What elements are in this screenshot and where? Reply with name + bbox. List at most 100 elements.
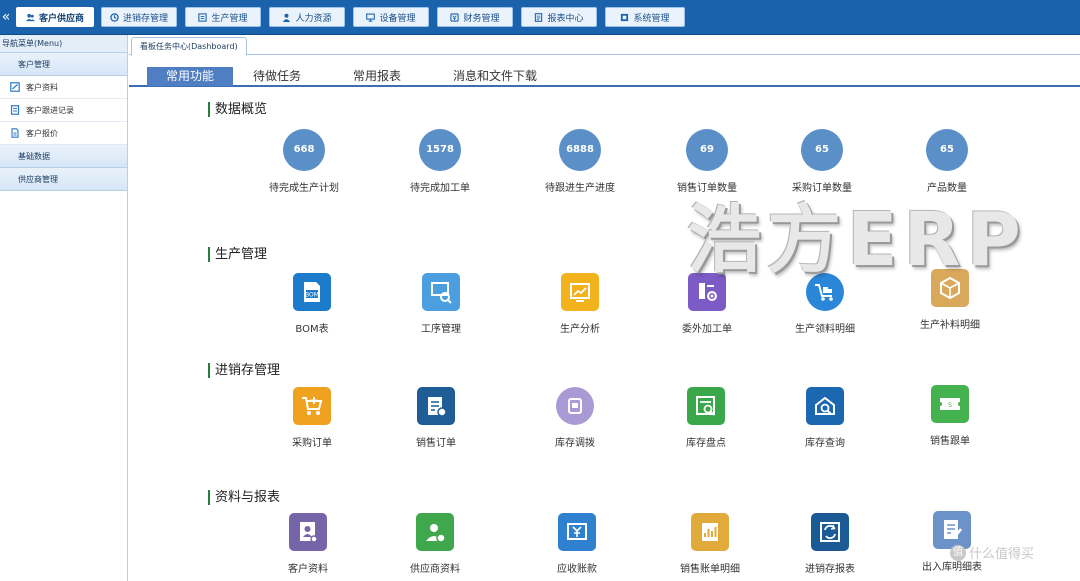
module-label: 销售跟单: [930, 436, 970, 447]
stat-value: 65: [926, 129, 968, 171]
sidebar-item-customer-quote[interactable]: 客户报价: [0, 122, 127, 145]
stat-value: 69: [686, 129, 728, 171]
sales-follow-icon: S: [931, 385, 969, 423]
tab-strip: 看板任务中心(Dashboard): [129, 35, 1080, 56]
nav-hr[interactable]: 人力资源: [269, 7, 345, 27]
nav-label: 系统管理: [633, 13, 670, 24]
factory-icon: [198, 12, 208, 22]
nav-finance[interactable]: 财务管理: [437, 7, 513, 27]
section-title-overview: 数据概览: [208, 102, 267, 117]
stat-value: 668: [283, 129, 325, 171]
sidebar-item-follow-record[interactable]: 客户跟进记录: [0, 99, 127, 122]
subtab-common-reports[interactable]: 常用报表: [339, 67, 415, 86]
customer-info-icon: [289, 513, 327, 551]
module-sales-bill[interactable]: 销售账单明细: [650, 513, 770, 575]
module-inventory-report[interactable]: 进销存报表: [770, 513, 890, 575]
module-label: 委外加工单: [682, 324, 732, 335]
nav-inventory[interactable]: 进销存管理: [101, 7, 177, 27]
module-supplier-info[interactable]: 供应商资料: [375, 513, 495, 575]
module-label: 生产分析: [560, 324, 600, 335]
nav-reports[interactable]: 报表中心: [521, 7, 597, 27]
stat-label: 待完成加工单: [410, 183, 470, 194]
analysis-icon: [561, 273, 599, 311]
sidebar-group-customer[interactable]: 客户管理: [0, 53, 127, 76]
module-label: 生产领料明细: [795, 324, 855, 335]
system-icon: [621, 13, 629, 21]
svg-text:S: S: [948, 402, 952, 409]
corner-watermark: 值 什么值得买: [950, 543, 1034, 562]
cycle-icon: [110, 12, 119, 22]
customer-card-icon: [10, 82, 20, 92]
inventory-report-icon: [811, 513, 849, 551]
top-navigation-bar: « 客户供应商 进销存管理 生产管理 人力资源 设备管理 财务管理 报表中心 系…: [0, 0, 1080, 35]
sidebar-group-supplier[interactable]: 供应商管理: [0, 168, 127, 191]
section-title-production: 生产管理: [208, 247, 267, 262]
sidebar-title: 导航菜单(Menu): [0, 35, 127, 53]
module-stocktake[interactable]: 库存盘点: [646, 387, 766, 449]
module-bom[interactable]: BOM BOM表: [252, 273, 372, 335]
corner-watermark-text: 什么值得买: [969, 547, 1035, 562]
sidebar: 导航菜单(Menu) 客户管理 客户资料 客户跟进记录 客户报价 基础数据 供应…: [0, 35, 128, 581]
nav-customer-supplier[interactable]: 客户供应商: [16, 7, 94, 27]
module-sales-follow[interactable]: S 销售跟单: [890, 385, 1010, 447]
module-label: 进销存报表: [805, 564, 855, 575]
subtab-messages-downloads[interactable]: 消息和文件下载: [445, 67, 545, 86]
receivable-icon: [558, 513, 596, 551]
module-label: 库存查询: [805, 438, 845, 449]
stat-pending-work-order[interactable]: 1578 待完成加工单: [380, 129, 500, 194]
stat-value: 65: [801, 129, 843, 171]
follow-record-icon: [10, 105, 20, 115]
section-title-inventory: 进销存管理: [208, 363, 280, 378]
corner-watermark-badge: 值: [950, 544, 966, 561]
nav-production[interactable]: 生产管理: [185, 7, 261, 27]
nav-label: 客户供应商: [38, 13, 84, 24]
svg-text:BOM: BOM: [305, 292, 319, 299]
subtab-todo-tasks[interactable]: 待做任务: [239, 67, 315, 86]
purchase-cart-icon: [293, 387, 331, 425]
nav-label: 人力资源: [295, 13, 332, 24]
sidebar-group-basic-data[interactable]: 基础数据: [0, 145, 127, 168]
sidebar-item-label: 客户跟进记录: [26, 105, 74, 115]
stat-pending-plan[interactable]: 668 待完成生产计划: [244, 129, 364, 194]
finance-icon: [450, 12, 460, 22]
nav-label: 进销存管理: [122, 13, 168, 24]
bom-icon: BOM: [293, 273, 331, 311]
nav-label: 财务管理: [463, 13, 500, 24]
module-receivables[interactable]: 应收账款: [517, 513, 637, 575]
module-label: 生产补料明细: [920, 320, 980, 331]
module-customer-info[interactable]: 客户资料: [248, 513, 368, 575]
nav-system[interactable]: 系统管理: [605, 7, 685, 27]
module-production-analysis[interactable]: 生产分析: [520, 273, 640, 335]
supplier-info-icon: [416, 513, 454, 551]
module-stock-query[interactable]: 库存查询: [765, 387, 885, 449]
module-label: 库存盘点: [686, 438, 726, 449]
module-label: 销售订单: [416, 438, 456, 449]
tab-dashboard[interactable]: 看板任务中心(Dashboard): [131, 37, 247, 56]
quote-doc-icon: [11, 128, 19, 138]
module-purchase-order[interactable]: 采购订单: [252, 387, 372, 449]
nav-equipment[interactable]: 设备管理: [353, 7, 429, 27]
stat-label: 待完成生产计划: [269, 183, 339, 194]
sales-order-icon: [417, 387, 455, 425]
report-icon: [535, 12, 543, 22]
sidebar-item-customer-info[interactable]: 客户资料: [0, 76, 127, 99]
module-label: 销售账单明细: [680, 564, 740, 575]
section-title-reports: 资料与报表: [208, 490, 280, 505]
module-io-detail[interactable]: 出入库明细表: [892, 511, 1012, 573]
stock-query-icon: [806, 387, 844, 425]
module-label: 供应商资料: [410, 564, 460, 575]
transfer-icon: [556, 387, 594, 425]
stat-production-progress[interactable]: 6888 待跟进生产进度: [520, 129, 640, 194]
nav-label: 报表中心: [547, 13, 584, 24]
main-content: 看板任务中心(Dashboard) 常用功能 待做任务 常用报表 消息和文件下载…: [129, 35, 1080, 581]
sidebar-item-label: 客户资料: [26, 82, 58, 92]
stat-label: 待跟进生产进度: [545, 183, 615, 194]
module-process[interactable]: 工序管理: [381, 273, 501, 335]
module-sales-order[interactable]: 销售订单: [376, 387, 496, 449]
nav-label: 设备管理: [379, 13, 416, 24]
monitor-icon: [366, 13, 376, 22]
module-stock-transfer[interactable]: 库存调拨: [515, 387, 635, 449]
collapse-menu-button[interactable]: «: [0, 8, 12, 26]
module-label: 应收账款: [557, 564, 597, 575]
subtab-common-functions[interactable]: 常用功能: [147, 67, 233, 86]
